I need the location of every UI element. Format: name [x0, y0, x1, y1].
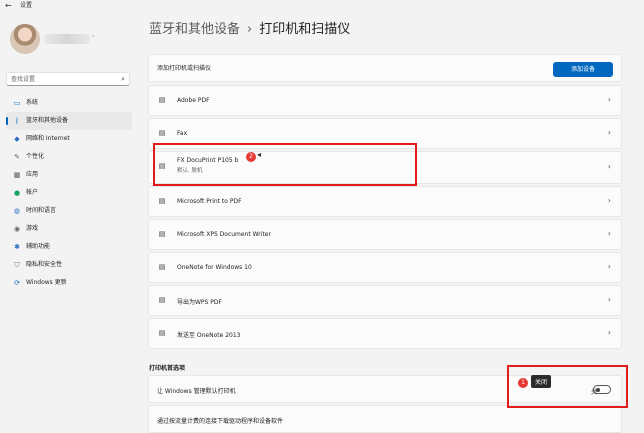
printer-icon: ▤ [158, 329, 166, 337]
sidebar-item-privacy[interactable]: ⛉ 隐私和安全性 [6, 256, 132, 274]
chevron-right-icon: › [607, 328, 611, 337]
sidebar-item-time-language[interactable]: ◍ 时间和语言 [6, 202, 132, 220]
main-content: 蓝牙和其他设备 › 打印机和扫描仪 添加打印机或扫描仪 添加设备 ▤ Adobe P… [148, 12, 628, 433]
sidebar-item-label: 游戏 [26, 225, 39, 232]
sidebar-item-label: 个性化 [26, 153, 45, 160]
sidebar-item-windows-update[interactable]: ⟳ Windows 更新 [6, 274, 132, 292]
sidebar-item-label: 系统 [26, 99, 39, 106]
printer-icon: ▤ [158, 263, 166, 271]
search-placeholder: 查找设置 [11, 76, 36, 83]
printer-name: 发送至 OneNote 2013 [177, 332, 241, 339]
printer-icon: ▤ [158, 197, 166, 205]
search-icon: ⌕ [121, 75, 125, 83]
metered-download-label: 通过按流量计费的连接下载驱动程序和设备软件 [157, 418, 284, 425]
printer-name: OneNote for Windows 10 [177, 264, 252, 271]
printer-icon: ▤ [158, 129, 166, 137]
printer-row-onenote-2013[interactable]: ▤ 发送至 OneNote 2013 › [148, 318, 622, 349]
wifi-icon: ◆ [14, 135, 20, 143]
sidebar-item-system[interactable]: ▭ 系统 [6, 94, 132, 112]
sidebar-item-label: 辅助功能 [26, 243, 51, 250]
printer-name: Adobe PDF [177, 97, 210, 104]
window-title: 设置 [20, 2, 33, 9]
gamepad-icon: ◉ [13, 225, 21, 233]
add-device-button[interactable]: 添加设备 [553, 62, 613, 77]
metered-download-row: 通过按流量计费的连接下载驱动程序和设备软件 [148, 405, 622, 433]
breadcrumb-parent[interactable]: 蓝牙和其他设备 [149, 22, 240, 37]
chevron-right-icon: › [607, 196, 611, 205]
sidebar-item-accounts[interactable]: ● 帐户 [6, 184, 132, 202]
apps-icon: ▦ [13, 171, 21, 179]
user-name-blurred [44, 34, 90, 44]
sidebar-item-label: 网络和 Internet [26, 135, 70, 142]
annotation-badge-1: 1 [518, 378, 528, 388]
chevron-right-icon: › [607, 262, 611, 271]
printer-name: Microsoft Print to PDF [177, 198, 242, 205]
printer-icon: ▤ [158, 296, 166, 304]
printer-row-ms-xps[interactable]: ▤ Microsoft XPS Document Writer › [148, 219, 622, 250]
manage-default-label: 让 Windows 管理默认打印机 [157, 388, 236, 395]
person-icon: ● [13, 189, 21, 197]
sidebar-item-label: 隐私和安全性 [26, 261, 63, 268]
chevron-right-icon: › [607, 162, 611, 171]
shield-icon: ⛉ [14, 261, 20, 269]
globe-icon: ◍ [13, 207, 21, 215]
back-arrow-icon[interactable]: ← [5, 0, 12, 12]
printer-preferences-heading: 打印机首选项 [149, 365, 186, 372]
add-printer-label: 添加打印机或扫描仪 [157, 65, 212, 72]
page-title: 打印机和扫描仪 [259, 22, 351, 37]
printer-icon: ▤ [158, 230, 166, 238]
cursor-arrow-icon: ◂ [257, 150, 262, 159]
printer-name: Fax [177, 130, 188, 137]
sidebar-item-accessibility[interactable]: ✱ 辅助功能 [6, 238, 132, 256]
chevron-right-icon: › [607, 229, 611, 238]
printer-name: Microsoft XPS Document Writer [177, 231, 271, 238]
accessibility-icon: ✱ [14, 243, 20, 251]
user-name-dot: · [92, 32, 95, 41]
printer-icon: ▤ [158, 96, 166, 104]
sidebar-nav: ▭ 系统 ᛒ 蓝牙和其他设备 ◆ 网络和 Internet ✎ 个性化 ▦ 应用… [6, 94, 132, 292]
sidebar-item-bluetooth[interactable]: ᛒ 蓝牙和其他设备 [6, 112, 132, 130]
chevron-right-icon: › [607, 95, 611, 104]
title-bar: ← 设置 [0, 0, 644, 12]
printer-row-adobe-pdf[interactable]: ▤ Adobe PDF › [148, 85, 622, 116]
sidebar-item-apps[interactable]: ▦ 应用 [6, 166, 132, 184]
avatar[interactable] [10, 24, 40, 54]
printer-row-wps-pdf[interactable]: ▤ 导出为WPS PDF › [148, 285, 622, 316]
sidebar-item-label: 帐户 [26, 189, 39, 196]
bluetooth-icon: ᛒ [14, 117, 20, 125]
add-printer-card: 添加打印机或扫描仪 添加设备 [148, 54, 622, 82]
sidebar-item-label: 应用 [26, 171, 39, 178]
sidebar-item-gaming[interactable]: ◉ 游戏 [6, 220, 132, 238]
sidebar-item-label: Windows 更新 [26, 279, 67, 286]
tooltip: 关闭 [531, 375, 552, 388]
highlight-box-printer [153, 143, 417, 186]
sidebar-item-network[interactable]: ◆ 网络和 Internet [6, 130, 132, 148]
printer-row-ms-print-to-pdf[interactable]: ▤ Microsoft Print to PDF › [148, 186, 622, 217]
search-input[interactable]: 查找设置 ⌕ [6, 72, 130, 86]
monitor-icon: ▭ [13, 99, 21, 107]
sidebar-item-label: 蓝牙和其他设备 [26, 117, 69, 124]
update-icon: ⟳ [14, 279, 20, 287]
printer-row-onenote-win10[interactable]: ▤ OneNote for Windows 10 › [148, 252, 622, 283]
chevron-right-icon: › [607, 128, 611, 137]
breadcrumb: 蓝牙和其他设备 › 打印机和扫描仪 [149, 20, 350, 40]
sidebar-item-personalization[interactable]: ✎ 个性化 [6, 148, 132, 166]
chevron-right-icon: › [607, 295, 611, 304]
sidebar: · 查找设置 ⌕ ▭ 系统 ᛒ 蓝牙和其他设备 ◆ 网络和 Internet ✎… [0, 12, 135, 422]
sidebar-item-label: 时间和语言 [26, 207, 57, 214]
breadcrumb-separator: › [247, 22, 253, 37]
annotation-badge-2: 2 [246, 152, 256, 162]
printer-name: 导出为WPS PDF [177, 299, 222, 306]
brush-icon: ✎ [14, 153, 20, 161]
